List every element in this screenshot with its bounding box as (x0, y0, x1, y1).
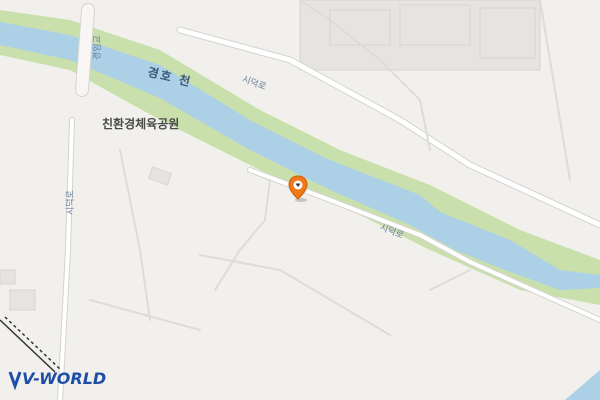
road-label-west: 시덕로 (66, 190, 76, 215)
building-blocks (299, 0, 541, 71)
map-canvas[interactable]: 경호 천 친환경체육공원 시덕로 시덕로 시덕로 경임교 V-WORLD (0, 0, 600, 400)
vworld-logo: V-WORLD (8, 368, 108, 390)
location-pin-icon[interactable] (287, 175, 309, 203)
park-label: 친환경체육공원 (102, 117, 180, 131)
bridge-label: 경임교 (93, 35, 103, 60)
vworld-logo-text: V-WORLD (22, 369, 107, 388)
